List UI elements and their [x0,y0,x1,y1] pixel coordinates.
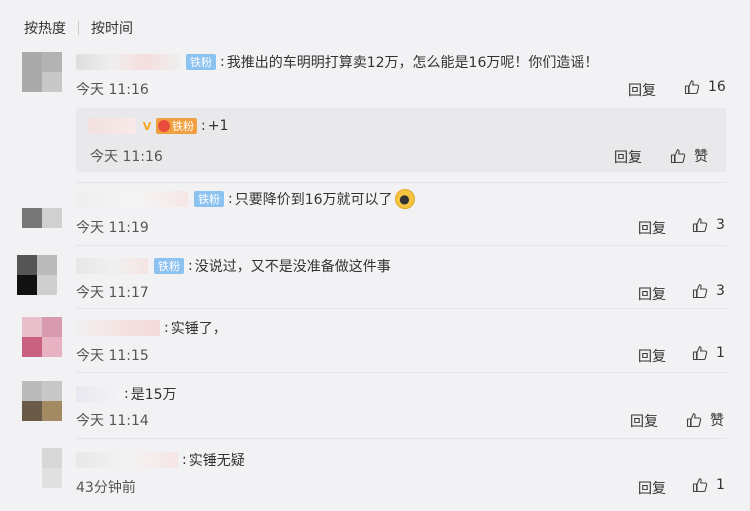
divider [76,245,726,246]
username[interactable] [76,191,188,207]
sub-reply-box: V 铁粉 : +1 今天 11:16 回复 赞 [76,108,726,172]
fan-badge[interactable]: 铁粉 [194,191,224,207]
like-button[interactable]: 赞 [686,410,724,430]
reply-button[interactable]: 回复 [638,218,666,238]
thumbs-up-icon [692,346,708,361]
comment-text: 只要降价到16万就可以了 [234,192,393,208]
fan-badge[interactable]: 铁粉 [154,258,184,274]
like-count: 3 [716,217,725,233]
divider [76,182,726,183]
vip-icon: V [142,119,152,133]
thumbs-up-icon [692,218,708,233]
avatar[interactable] [22,448,62,488]
username[interactable] [76,320,160,336]
comment-text: 实锤无疑 [188,453,245,469]
sort-by-hot-tab[interactable]: 按热度 [24,18,66,38]
dog-face-emoji-icon: ● [394,189,415,209]
comment-text: 是15万 [130,387,177,403]
thumbs-up-icon [684,80,700,95]
like-button[interactable]: 赞 [670,146,708,166]
like-count: 1 [716,477,725,493]
comment-time: 今天 11:15 [76,348,149,364]
thumbs-up-icon [686,413,702,428]
divider [76,372,726,373]
comment-text: 实锤了， [170,321,227,337]
avatar[interactable] [22,188,62,228]
like-button[interactable]: 1 [692,345,725,361]
comment-time: 今天 11:16 [90,149,163,165]
reply-button[interactable]: 回复 [614,147,642,167]
like-button[interactable]: 16 [684,79,726,95]
avatar[interactable] [17,255,57,295]
like-label: 赞 [710,413,724,429]
thumbs-up-icon [692,284,708,299]
comment-text: 没说过，又不是没准备做这件事 [194,259,391,275]
like-count: 3 [716,283,725,299]
comment-text: +1 [207,118,229,134]
fan-badge[interactable]: 铁粉 [186,54,216,70]
username[interactable] [76,386,120,402]
like-count: 1 [716,345,725,361]
thumbs-up-icon [670,149,686,164]
username[interactable] [88,118,136,134]
like-button[interactable]: 3 [692,217,725,233]
like-count: 16 [708,79,726,95]
comment-time: 今天 11:19 [76,220,149,236]
avatar[interactable] [22,52,62,92]
avatar[interactable] [22,381,62,421]
reply-button[interactable]: 回复 [628,80,656,100]
thumbs-up-icon [692,478,708,493]
comment-text: 我推出的车明明打算卖12万，怎么能是16万呢！你们造谣！ [226,55,599,71]
username[interactable] [76,258,148,274]
sort-by-time-tab[interactable]: 按时间 [91,18,133,38]
reply-button[interactable]: 回复 [638,346,666,366]
like-label: 赞 [694,149,708,165]
sort-divider [78,21,79,35]
divider [76,308,726,309]
like-button[interactable]: 3 [692,283,725,299]
reply-button[interactable]: 回复 [638,284,666,304]
avatar[interactable] [22,317,62,357]
username[interactable] [76,452,178,468]
fan-badge[interactable]: 铁粉 [156,118,197,134]
crown-icon [158,120,170,132]
divider [76,438,726,439]
sort-bar: 按热度 按时间 [24,18,133,38]
comment-time: 今天 11:17 [76,285,149,301]
username[interactable] [76,54,180,70]
reply-button[interactable]: 回复 [630,411,658,431]
comment-time: 今天 11:14 [76,413,149,429]
comment-time: 今天 11:16 [76,82,149,98]
like-button[interactable]: 1 [692,477,725,493]
comment-time: 43分钟前 [76,480,136,496]
reply-button[interactable]: 回复 [638,478,666,498]
